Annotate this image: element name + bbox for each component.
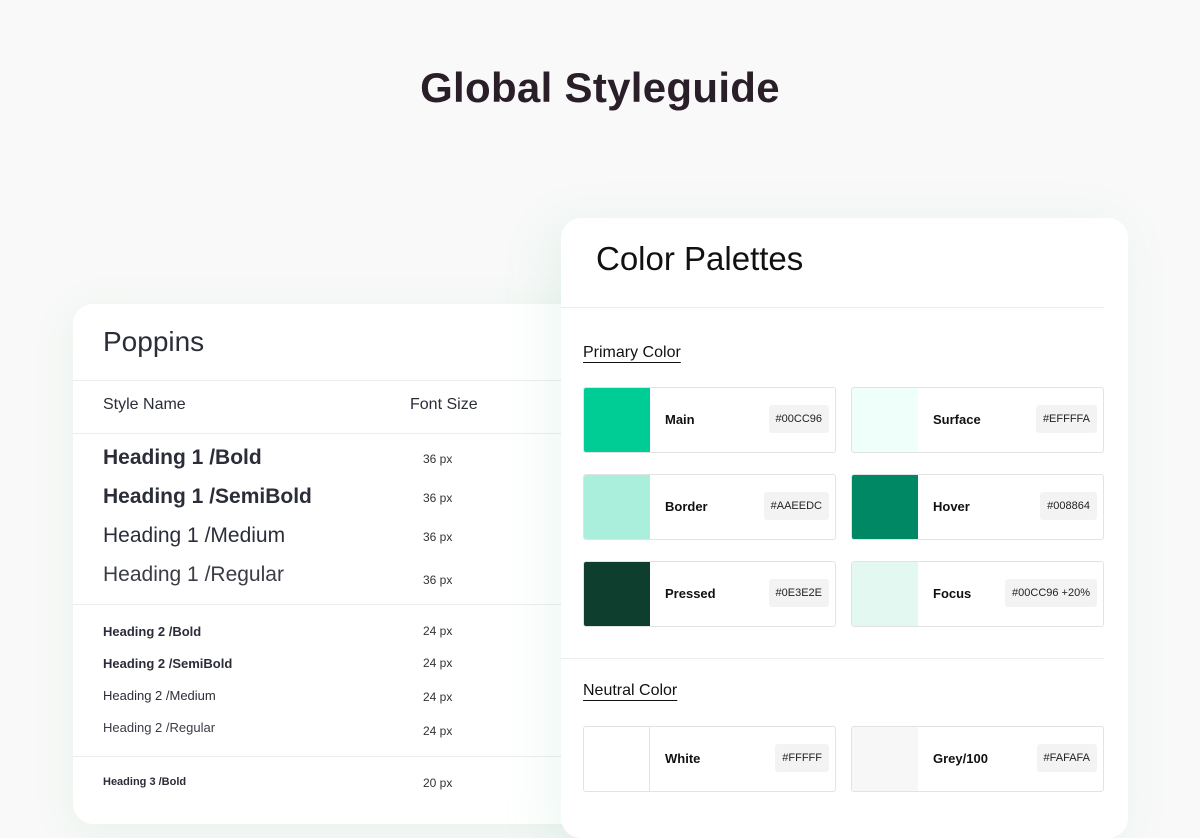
hex-code: #FAFAFA: [1036, 744, 1097, 772]
color-chip: [584, 727, 650, 791]
swatch-name: Focus: [933, 586, 972, 601]
font-size-value: 20 px: [423, 776, 453, 790]
swatch-main[interactable]: Main #00CC96: [583, 387, 836, 453]
hex-code: #0E3E2E: [768, 579, 829, 607]
style-name: Heading 2 /Medium: [103, 688, 216, 703]
hex-code: #00CC96 +20%: [1005, 579, 1097, 607]
hex-code: #AAEEDC: [763, 492, 829, 520]
color-chip: [584, 475, 650, 539]
swatch-grey-100[interactable]: Grey/100 #FAFAFA: [851, 726, 1104, 792]
hex-code: #008864: [1040, 492, 1097, 520]
font-family-title: Poppins: [103, 326, 205, 357]
swatch-name: Grey/100: [933, 751, 988, 766]
style-name: Heading 1 /Bold: [103, 446, 262, 469]
color-chip: [584, 388, 650, 452]
heading-3-group: Heading 3 /Bold 20 px: [73, 756, 613, 824]
style-name: Heading 2 /SemiBold: [103, 656, 233, 671]
hex-code: #00CC96: [768, 405, 829, 433]
swatch-pressed[interactable]: Pressed #0E3E2E: [583, 561, 836, 627]
hex-code: #FFFFF: [775, 744, 829, 772]
style-name: Heading 2 /Regular: [103, 720, 216, 735]
font-size-value: 36 px: [423, 452, 453, 466]
font-size-value: 24 px: [423, 690, 453, 704]
font-size-value: 36 px: [423, 491, 453, 505]
typography-table-header: Style Name Font Size: [73, 380, 613, 434]
swatch-hover[interactable]: Hover #008864: [851, 474, 1104, 540]
swatch-name: Pressed: [665, 586, 716, 601]
swatch-name: Hover: [933, 499, 970, 514]
color-chip: [852, 562, 918, 626]
color-chip: [852, 388, 918, 452]
style-name: Heading 1 /SemiBold: [103, 485, 312, 508]
font-size-value: 36 px: [423, 573, 453, 587]
color-chip: [852, 727, 918, 791]
swatch-name: Border: [665, 499, 708, 514]
color-palettes-card: Color Palettes Primary Color Main #00CC9…: [561, 218, 1128, 838]
swatch-name: Main: [665, 412, 695, 427]
heading-2-group: Heading 2 /Bold 24 px Heading 2 /SemiBol…: [73, 604, 613, 757]
heading-1-group: Heading 1 /Bold 36 px Heading 1 /SemiBol…: [73, 432, 613, 605]
typography-card: Poppins Style Name Font Size Heading 1 /…: [73, 304, 613, 824]
swatch-surface[interactable]: Surface #EFFFFA: [851, 387, 1104, 453]
style-name: Heading 1 /Medium: [103, 524, 286, 547]
color-chip: [584, 562, 650, 626]
style-name: Heading 2 /Bold: [103, 624, 202, 639]
swatch-name: Surface: [933, 412, 981, 427]
primary-color-label: Primary Color: [583, 344, 681, 361]
color-palettes-title: Color Palettes: [596, 240, 804, 277]
style-name: Heading 1 /Regular: [103, 563, 284, 586]
font-size-header: Font Size: [410, 396, 478, 413]
divider: [561, 658, 1104, 659]
font-size-value: 24 px: [423, 656, 453, 670]
style-name: Heading 3 /Bold: [103, 776, 187, 788]
swatch-focus[interactable]: Focus #00CC96 +20%: [851, 561, 1104, 627]
font-size-value: 36 px: [423, 530, 453, 544]
style-name-header: Style Name: [103, 396, 186, 413]
swatch-name: White: [665, 751, 701, 766]
swatch-border[interactable]: Border #AAEEDC: [583, 474, 836, 540]
color-chip: [852, 475, 918, 539]
font-size-value: 24 px: [423, 624, 453, 638]
neutral-color-label: Neutral Color: [583, 682, 678, 699]
page-title: Global Styleguide: [420, 64, 780, 111]
divider: [561, 307, 1104, 308]
font-size-value: 24 px: [423, 724, 453, 738]
swatch-white[interactable]: White #FFFFF: [583, 726, 836, 792]
hex-code: #EFFFFA: [1035, 405, 1097, 433]
